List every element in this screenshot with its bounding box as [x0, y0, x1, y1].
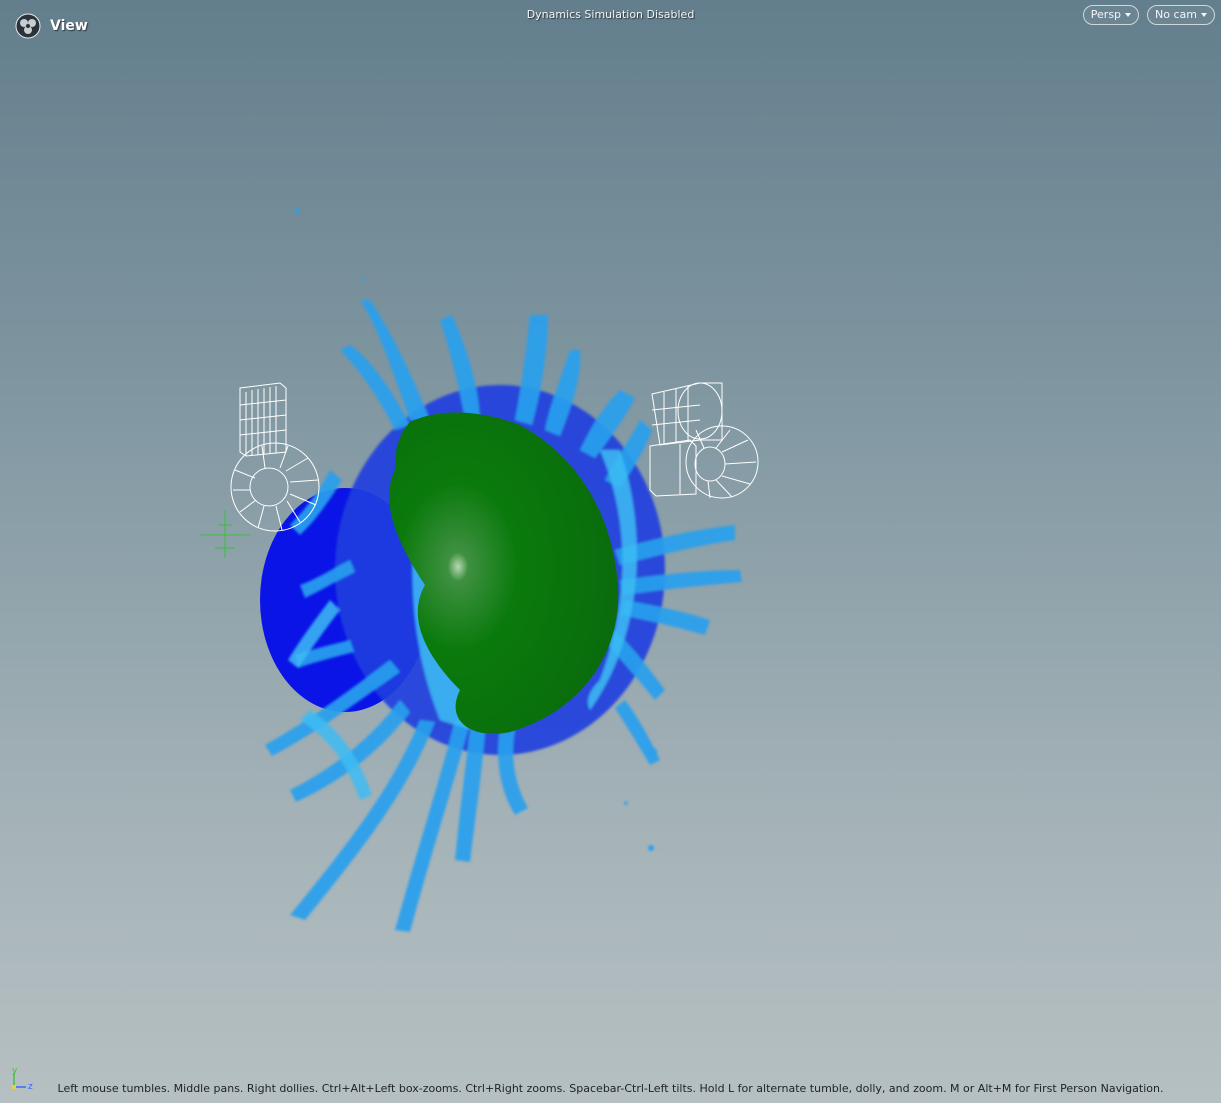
- camera-menu-label: No cam: [1155, 8, 1197, 21]
- navigation-hint: Left mouse tumbles. Middle pans. Right d…: [57, 1082, 1164, 1095]
- scene-canvas[interactable]: [0, 0, 1221, 1103]
- axis-label-y: y: [12, 1067, 18, 1076]
- projection-menu-label: Persp: [1090, 8, 1122, 21]
- chevron-down-icon: [1201, 12, 1207, 17]
- 3d-viewport[interactable]: View Dynamics Simulation Disabled Persp …: [0, 0, 1221, 1103]
- camera-menu-button[interactable]: No cam: [1147, 5, 1215, 25]
- projection-menu-button[interactable]: Persp: [1082, 5, 1140, 25]
- wireframe-emitter-right[interactable]: [649, 382, 759, 499]
- viewport-menus: Persp No cam: [1082, 5, 1215, 25]
- simulation-status: Dynamics Simulation Disabled: [526, 8, 695, 21]
- chevron-down-icon: [1125, 12, 1132, 17]
